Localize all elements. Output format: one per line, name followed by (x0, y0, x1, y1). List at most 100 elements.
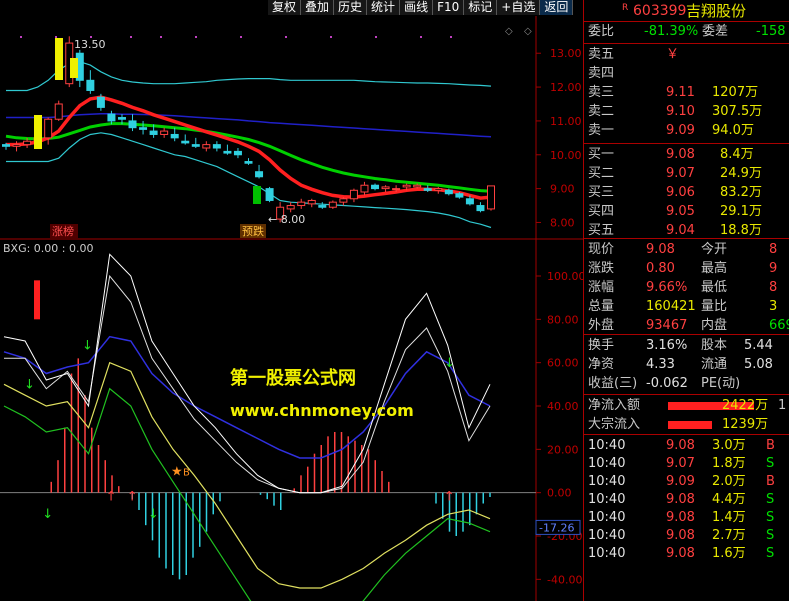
toolbar-button[interactable]: 统计 (367, 0, 401, 15)
tick-row: 10:40 9.07 1.8万 S (584, 455, 789, 473)
ask-label: 卖三 (588, 85, 615, 100)
toolbar-button[interactable]: 历史 (334, 0, 368, 15)
quote-value: 93467 (646, 318, 688, 333)
ask-label: 卖四 (588, 66, 615, 81)
tick-price: 9.07 (666, 456, 695, 471)
bid-label: 买五 (588, 223, 615, 238)
bid-row: 买四 9.05 29.1万 (584, 203, 789, 221)
quote-label: 外盘 (588, 318, 615, 333)
bid-row: 买一 9.08 8.4万 (584, 146, 789, 164)
top-dot (285, 36, 287, 38)
quote-label: 涨幅 (588, 280, 615, 295)
ask-price: 9.10 (666, 104, 695, 119)
tick-time: 10:40 (588, 528, 626, 543)
candle-body (307, 199, 316, 205)
candle-body (128, 120, 137, 129)
candle-body (339, 198, 348, 203)
toolbar-button[interactable]: 复权 (268, 0, 302, 15)
tick-time: 10:40 (588, 474, 626, 489)
tick-row: 10:40 9.09 2.0万 B (584, 473, 789, 491)
indicator-title: BXG: 0.00 : 0.00 (3, 242, 94, 255)
candle-body (465, 198, 474, 205)
y-tick-label: 9.00 (550, 183, 575, 196)
toolbar-button[interactable]: F10 (433, 0, 465, 15)
top-dot (20, 36, 22, 38)
candle-body (233, 150, 242, 156)
up-arrow-icon: ↑ (106, 490, 117, 505)
fund-label: PE(动) (701, 376, 741, 391)
candle-body (44, 118, 53, 139)
tick-price: 9.08 (666, 492, 695, 507)
candle-body (455, 193, 464, 198)
down-arrow-icon: ↓ (82, 339, 93, 354)
ask-label: 卖五 (588, 47, 615, 62)
candle-body (149, 130, 158, 135)
toolbar-button[interactable]: 标记 (464, 0, 498, 15)
down-arrow-icon: ↓ (42, 507, 53, 522)
signal-bar-yellow (70, 58, 78, 78)
low-annotation: ← 8.00 (268, 213, 305, 226)
quote-value: 8 (769, 280, 778, 295)
quote-value: 160421 (646, 299, 696, 314)
candle-body (2, 144, 10, 147)
watermark-url: www.chnmoney.com (230, 401, 414, 420)
candle-body (12, 144, 21, 147)
quote-row: 现价 9.08 今开 8 (584, 241, 789, 259)
quote-label: 涨跌 (588, 261, 615, 276)
kline-chart-area[interactable]: 13.00 12.00 11.00 10.00 9.00 8.00 ◇ ◇ 13.50 ← 8.0… (0, 0, 583, 601)
tick-row: 10:40 9.08 2.7万 S (584, 527, 789, 545)
quote-value: 9.66% (646, 280, 688, 295)
candlestick-panel: 13.00 12.00 11.00 10.00 9.00 8.00 ◇ ◇ 13.50 ← 8.0… (0, 16, 583, 601)
fund-label: 流通 (701, 357, 728, 372)
ask-volume: 94.0万 (712, 123, 754, 138)
signal-bar-yellow (55, 38, 63, 80)
y-tick-label: 12.00 (550, 81, 582, 94)
ask-label: 卖一 (588, 123, 615, 138)
indicator-panel: BXG: 0.00 : 0.00 100.00 80.00 60.00 40.00 20.… (0, 242, 583, 601)
tick-price: 9.08 (666, 546, 695, 561)
tick-row: 10:40 9.08 4.4万 S (584, 491, 789, 509)
candle-body (487, 185, 495, 210)
weibi-row: 委比 -81.39% 委差 -158 (584, 23, 789, 41)
fund-value: 5.44 (744, 338, 773, 353)
quote-label: 最低 (701, 280, 728, 295)
tick-time: 10:40 (588, 510, 626, 525)
toolbar-button[interactable]: 返回 (540, 0, 574, 15)
ask-row: 卖四 (584, 65, 789, 83)
indicator-green-line (3, 387, 491, 601)
fund-value: 5.08 (744, 357, 773, 372)
tick-side: S (766, 510, 775, 525)
boll-mid-line (6, 113, 492, 138)
bid-label: 买三 (588, 185, 615, 200)
candle-body (476, 205, 485, 212)
tick-volume: 1.8万 (712, 456, 746, 471)
toolbar-button[interactable]: 叠加 (301, 0, 335, 15)
bid-volume: 29.1万 (720, 204, 762, 219)
current-value-label: -17.26 (539, 521, 574, 534)
candle-body (255, 171, 264, 178)
candle-body (423, 188, 432, 191)
candle-body (444, 189, 453, 195)
flow-extra: 1 (778, 398, 787, 413)
flow-value: 2422万 (722, 398, 769, 413)
quote-label: 最高 (701, 261, 728, 276)
toolbar-button[interactable]: 画线 (400, 0, 434, 15)
fund-label: 净资 (588, 357, 615, 372)
bid-volume: 18.8万 (720, 223, 762, 238)
bid-price: 9.08 (666, 147, 695, 162)
candle-body (349, 189, 358, 200)
chart-toolbar: 复权 叠加 历史 统计 画线 F10 标记 +自选 返回 (268, 0, 574, 15)
quote-label: 今开 (701, 242, 728, 257)
tick-price: 9.08 (666, 528, 695, 543)
quote-label: 现价 (588, 242, 615, 257)
ask-price: 9.09 (666, 123, 695, 138)
candle-body (371, 184, 380, 190)
y-tick-label: -40.00 (547, 573, 582, 586)
candle-body (286, 205, 295, 210)
toolbar-button[interactable]: +自选 (497, 0, 541, 15)
bid-price: 9.06 (666, 185, 695, 200)
top-dot (160, 36, 162, 38)
fund-row: 收益(三) -0.062 PE(动) (584, 375, 789, 393)
y-tick-label: 8.00 (550, 216, 575, 229)
tick-side: B (766, 474, 775, 489)
